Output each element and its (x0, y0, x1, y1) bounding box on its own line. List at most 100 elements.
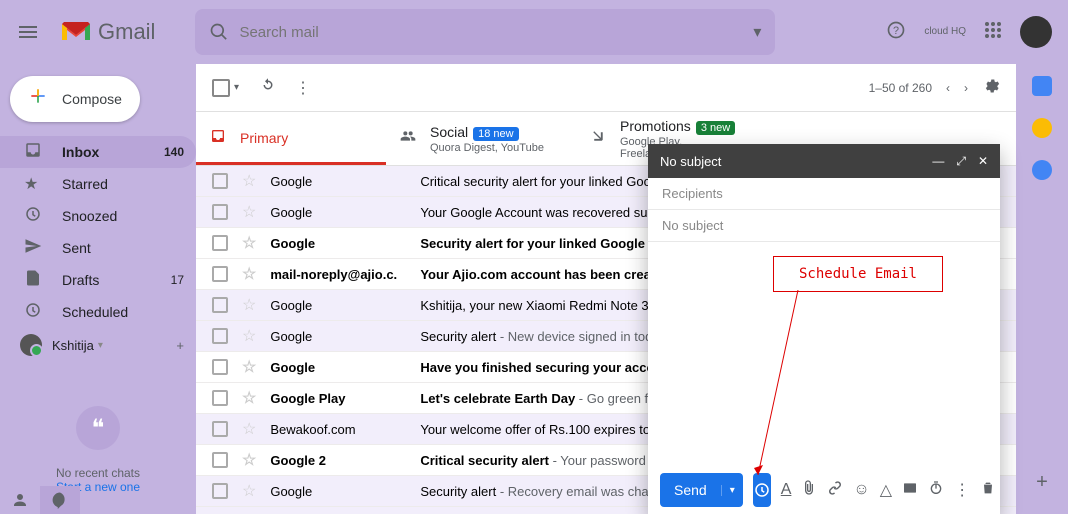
sidebar-label: Sent (62, 240, 91, 256)
delete-draft-icon[interactable] (980, 480, 996, 501)
photo-icon[interactable] (902, 480, 918, 501)
callout-label: Schedule Email (773, 256, 943, 292)
prev-page-icon[interactable]: ‹ (946, 81, 950, 95)
row-checkbox[interactable] (212, 297, 228, 313)
row-checkbox[interactable] (212, 452, 228, 468)
expand-icon[interactable]: ⤢ (956, 154, 966, 169)
star-icon[interactable]: ☆ (242, 295, 256, 315)
hangouts-text: No recent chats (0, 466, 196, 480)
sender: Google (270, 205, 420, 220)
sidebar-label: Starred (62, 176, 108, 192)
select-all-checkbox[interactable] (212, 79, 230, 97)
star-icon[interactable]: ☆ (242, 388, 256, 408)
tab-icon (590, 128, 606, 149)
tab-social[interactable]: Social18 newQuora Digest, YouTube (386, 112, 576, 165)
account-avatar[interactable] (1020, 16, 1052, 48)
compose-more-icon[interactable]: ⋮ (954, 480, 970, 500)
timer-icon[interactable] (928, 480, 944, 501)
row-checkbox[interactable] (212, 235, 228, 251)
calendar-icon[interactable] (1032, 76, 1052, 96)
compose-button[interactable]: Compose (10, 76, 140, 122)
more-icon[interactable]: ⋮ (295, 78, 311, 98)
sidebar-item-scheduled[interactable]: Scheduled (0, 296, 196, 328)
hangouts-icon: ❝ (76, 406, 120, 450)
drive-icon[interactable]: △ (880, 480, 892, 500)
sched-icon (24, 301, 44, 324)
inbox-icon (24, 141, 44, 164)
sender: Google (270, 329, 420, 344)
tasks-icon[interactable] (1032, 160, 1052, 180)
send-icon (24, 237, 44, 260)
file-icon (24, 269, 44, 292)
row-checkbox[interactable] (212, 266, 228, 282)
star-icon[interactable]: ☆ (242, 419, 256, 439)
star-icon[interactable]: ☆ (242, 233, 256, 253)
hangouts-tab-icon[interactable] (40, 486, 80, 514)
send-button[interactable]: Send ▾ (660, 473, 743, 507)
sender: Google (270, 484, 420, 499)
star-icon[interactable]: ☆ (242, 357, 256, 377)
subject-field[interactable]: No subject (648, 210, 1000, 242)
sidebar-item-starred[interactable]: ★ Starred (0, 168, 196, 200)
next-page-icon[interactable]: › (964, 81, 968, 95)
add-contact-icon[interactable]: + (176, 338, 184, 353)
row-checkbox[interactable] (212, 421, 228, 437)
person-icon[interactable] (0, 486, 40, 514)
menu-icon[interactable] (16, 20, 40, 44)
row-checkbox[interactable] (212, 173, 228, 189)
row-checkbox[interactable] (212, 328, 228, 344)
tab-label: Social (430, 124, 468, 140)
help-icon[interactable]: ? (886, 20, 906, 45)
star-icon[interactable]: ☆ (242, 202, 256, 222)
sidebar-item-sent[interactable]: Sent (0, 232, 196, 264)
select-dropdown-icon[interactable]: ▾ (234, 82, 239, 93)
sidebar-item-inbox[interactable]: Inbox140 (0, 136, 196, 168)
emoji-icon[interactable]: ☺ (853, 481, 869, 499)
sidebar-label: Scheduled (62, 304, 128, 320)
apps-icon[interactable] (984, 21, 1002, 44)
star-icon[interactable]: ☆ (242, 264, 256, 284)
send-dropdown-icon[interactable]: ▾ (721, 485, 743, 496)
sidebar: Compose Inbox140 ★ Starred Snoozed Sent Draft… (0, 64, 196, 514)
search-input[interactable] (239, 24, 753, 41)
formatting-icon[interactable]: A (781, 481, 792, 499)
close-icon[interactable]: ✕ (978, 154, 988, 169)
star-icon[interactable]: ☆ (242, 481, 256, 501)
gmail-logo[interactable]: Gmail (60, 19, 155, 45)
search-dropdown-icon[interactable]: ▾ (753, 22, 761, 42)
tab-icon (400, 128, 416, 149)
keep-icon[interactable] (1032, 118, 1052, 138)
search-icon (209, 22, 229, 42)
settings-icon[interactable] (982, 77, 1000, 98)
minimize-icon[interactable]: — (932, 154, 944, 169)
cloudhq-label[interactable]: cloud HQ (924, 27, 966, 37)
attach-icon[interactable] (801, 480, 817, 501)
row-checkbox[interactable] (212, 204, 228, 220)
sender: Google Play (270, 391, 420, 406)
list-toolbar: ▾ ⋮ 1–50 of 260 ‹ › (196, 64, 1016, 112)
tab-label: Primary (240, 130, 288, 146)
tab-primary[interactable]: Primary (196, 112, 386, 165)
add-addon-icon[interactable]: + (1036, 471, 1048, 494)
star-icon: ★ (24, 174, 44, 194)
sender: Bewakoof.com (270, 422, 420, 437)
row-checkbox[interactable] (212, 390, 228, 406)
sidebar-item-snoozed[interactable]: Snoozed (0, 200, 196, 232)
plus-icon (28, 86, 48, 112)
refresh-icon[interactable] (259, 76, 277, 99)
sidebar-item-drafts[interactable]: Drafts17 (0, 264, 196, 296)
star-icon[interactable]: ☆ (242, 326, 256, 346)
schedule-email-button[interactable] (753, 473, 771, 507)
recipients-field[interactable]: Recipients (648, 178, 1000, 210)
compose-header[interactable]: No subject — ⤢ ✕ (648, 144, 1000, 178)
sidebar-user[interactable]: Kshitija ▾ + (0, 328, 196, 356)
row-checkbox[interactable] (212, 483, 228, 499)
row-checkbox[interactable] (212, 359, 228, 375)
search-bar[interactable]: ▾ (195, 9, 775, 55)
star-icon[interactable]: ☆ (242, 450, 256, 470)
sender: Google (270, 298, 420, 313)
link-icon[interactable] (827, 480, 843, 501)
svg-text:?: ? (893, 25, 899, 37)
star-icon[interactable]: ☆ (242, 171, 256, 191)
compose-title: No subject (660, 154, 721, 169)
